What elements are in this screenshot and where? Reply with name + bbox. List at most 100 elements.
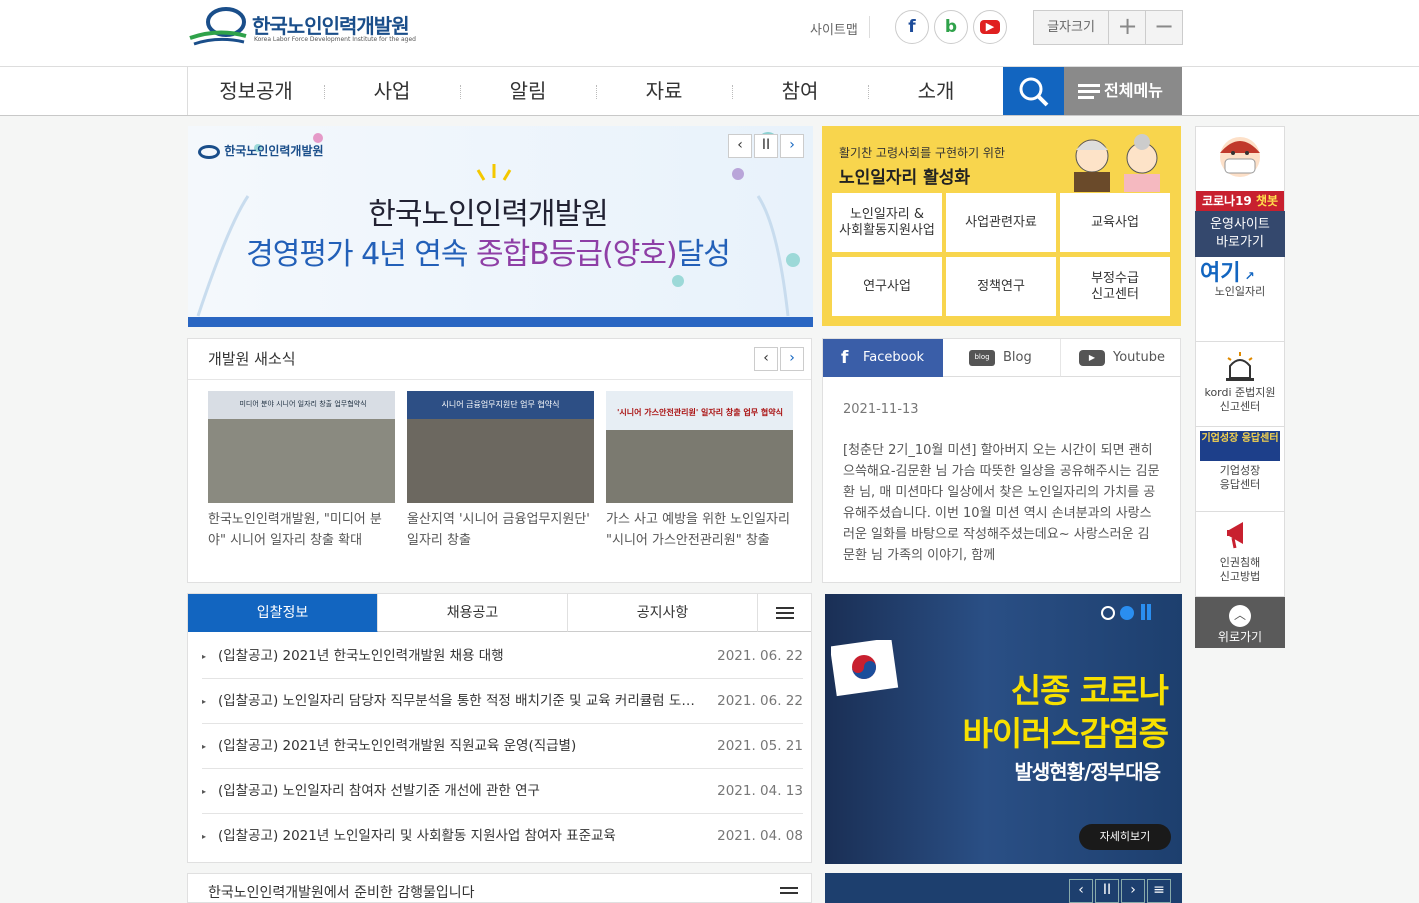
all-menu-label: 전체메뉴 xyxy=(1104,81,1163,100)
jobs-item-senior-jobs[interactable]: 노인일자리 & 사회활동지원사업 xyxy=(832,193,942,252)
growth-label: 기업성장 xyxy=(1219,464,1261,477)
tab-notice[interactable]: 공지사항 xyxy=(568,594,758,632)
operating-sites-link[interactable]: 운영사이트 바로가기 xyxy=(1195,211,1285,257)
human-rights-link[interactable]: 인권침해 신고방법 xyxy=(1195,512,1285,597)
news-thumb-text: '시니어 가스안전관리원' 일자리 창출 업무 협약식 xyxy=(616,408,784,417)
tab-facebook[interactable]: f Facebook xyxy=(823,339,943,377)
logo[interactable]: 한국노인인력개발원 Korea Labor Force Development … xyxy=(188,6,438,50)
font-decrease-button[interactable]: − xyxy=(1146,11,1182,44)
banner-headline-1: 한국노인인력개발원 xyxy=(368,197,608,232)
operating-sites-label: 바로가기 xyxy=(1216,235,1264,250)
jobs-item-label: 노인일자리 & 사회활동지원사업 xyxy=(839,206,935,238)
siren-icon xyxy=(1226,352,1254,381)
board-row-date: 2021. 04. 08 xyxy=(717,828,803,844)
bottom-list-button[interactable]: ≡ xyxy=(1147,879,1171,903)
banner-org-logo: 한국노인인력개발원 xyxy=(198,142,324,159)
banner-headline-2b: 종합B등급(양호) xyxy=(476,237,678,272)
growth-logo: 기업성장 응답센터 xyxy=(1200,431,1280,461)
business-growth-link[interactable]: 기업성장 응답센터 기업성장 응답센터 xyxy=(1195,427,1285,512)
main-banner[interactable]: 한국노인인력개발원 한국노인인력개발원 경영평가 4년 연속 종합B등급(양호)… xyxy=(188,126,813,327)
jobs-subtitle: 활기찬 고령사회를 구현하기 위한 xyxy=(839,146,1006,160)
tab-label: Youtube xyxy=(1113,350,1165,365)
covid-more-button[interactable]: 자세히보기 xyxy=(1079,824,1171,850)
tab-blog[interactable]: blog Blog xyxy=(943,339,1061,377)
board-more-button[interactable] xyxy=(758,594,811,632)
covid-chatbot-button[interactable]: 코로나19 챗봇 xyxy=(1195,126,1285,211)
bottom-prev-button[interactable]: ‹ xyxy=(1069,879,1093,903)
banner-org-name: 한국노인인력개발원 xyxy=(224,144,324,158)
post-date: 2021-11-13 xyxy=(843,402,919,417)
jobs-item-label: 연구사업 xyxy=(863,278,911,294)
compliance-report-link[interactable]: kordi 준법지원 신고센터 xyxy=(1195,342,1285,427)
jobs-item-fraud-report[interactable]: 부정수급 신고센터 xyxy=(1060,257,1170,316)
board-row[interactable]: ▸ (입찰공고) 2021년 한국노인인력개발원 직원교육 운영(직급별) 2021… xyxy=(202,724,803,769)
board-row-title: (입찰공고) 노인일자리 참여자 선발기준 개선에 관한 연구 xyxy=(218,783,540,799)
board-panel: 입찰정보 채용공고 공지사항 ▸ (입찰공고) 2021년 한국노인인력개발원 채… xyxy=(187,593,812,863)
nav-item-business[interactable]: 사업 xyxy=(324,67,460,115)
jobs-title: 노인일자리 활성화 xyxy=(839,168,971,188)
covid-pause-icon[interactable] xyxy=(1141,604,1146,620)
banner-headline-2c: 달성 xyxy=(676,237,731,272)
tab-youtube[interactable]: ▶ Youtube xyxy=(1061,339,1181,377)
news-card[interactable]: 시니어 금융업무지원단 업무 협약식 울산지역 '시니어 금융업무지원단' 일자… xyxy=(407,391,594,551)
board-row[interactable]: ▸ (입찰공고) 노인일자리 담당자 직무분석을 통한 적정 배치기준 및 교육 … xyxy=(202,679,803,724)
tab-recruit[interactable]: 채용공고 xyxy=(378,594,568,632)
banner-pause-button[interactable]: II xyxy=(754,134,778,158)
global-nav: 정보공개 사업 알림 자료 참여 소개 전체메뉴 xyxy=(0,66,1419,116)
search-button[interactable] xyxy=(1003,67,1064,115)
youtube-icon[interactable]: ▶ xyxy=(973,10,1007,44)
board-row[interactable]: ▸ (입찰공고) 2021년 한국노인인력개발원 채용 대행 2021. 06. 2… xyxy=(202,634,803,679)
all-menu-button[interactable]: 전체메뉴 xyxy=(1064,67,1182,115)
back-to-top-button[interactable]: ︿ 위로가기 xyxy=(1195,597,1285,648)
news-card[interactable]: '시니어 가스안전관리원' 일자리 창출 업무 협약식 가스 사고 예방을 위한… xyxy=(606,391,793,551)
news-card[interactable]: 미디어 분야 시니어 일자리 창출 업무협약식 한국노인인력개발원, "미디어 … xyxy=(208,391,395,551)
covid-pause-icon[interactable] xyxy=(1147,604,1152,620)
jobs-item-research[interactable]: 연구사업 xyxy=(832,257,942,316)
yeogi-link[interactable]: 여기 ↗ 노인일자리 xyxy=(1195,257,1285,342)
nav-item-notice[interactable]: 알림 xyxy=(460,67,596,115)
news-caption: 가스 사고 예방을 위한 노인일자리 "시니어 가스안전관리원" 창출 xyxy=(606,512,790,548)
list-icon xyxy=(775,607,794,619)
news-thumb-text: 미디어 분야 시니어 일자리 창출 업무협약식 xyxy=(239,400,367,408)
board-row-title: (입찰공고) 2021년 한국노인인력개발원 직원교육 운영(직급별) xyxy=(218,738,577,754)
font-increase-button[interactable]: + xyxy=(1110,11,1146,44)
covid-dot-2[interactable] xyxy=(1120,606,1135,620)
publication-title[interactable]: 한국노인인력개발원에서 준비한 감행물입니다 xyxy=(208,882,475,902)
news-title[interactable]: 개발원 새소식 xyxy=(208,348,296,369)
bottom-right-panel: ‹ II › ≡ xyxy=(825,873,1182,903)
banner-prev-button[interactable]: ‹ xyxy=(728,134,752,158)
covid-dot-1[interactable] xyxy=(1101,606,1115,620)
banner-next-button[interactable]: › xyxy=(780,134,804,158)
compliance-label: 신고센터 xyxy=(1219,400,1261,413)
board-row[interactable]: ▸ (입찰공고) 2021년 노인일자리 및 사회활동 지원사업 참여자 표준교육… xyxy=(202,814,803,859)
jobs-item-policy[interactable]: 정책연구 xyxy=(946,257,1056,316)
bottom-pause-button[interactable]: II xyxy=(1095,879,1119,903)
chatbot-label: 코로나19 챗봇 xyxy=(1196,191,1284,211)
bullet-icon: ▸ xyxy=(202,832,207,841)
tab-bid-info[interactable]: 입찰정보 xyxy=(188,594,378,632)
facebook-icon[interactable]: f xyxy=(895,10,929,44)
news-prev-button[interactable]: ‹ xyxy=(754,347,778,371)
board-row[interactable]: ▸ (입찰공고) 노인일자리 참여자 선발기준 개선에 관한 연구 2021. 04… xyxy=(202,769,803,814)
news-next-button[interactable]: › xyxy=(780,347,804,371)
nav-item-about[interactable]: 소개 xyxy=(868,67,1004,115)
jobs-item-education[interactable]: 교육사업 xyxy=(1060,193,1170,252)
social-panel: f Facebook blog Blog ▶ Youtube 2021-11-13 [… xyxy=(822,338,1181,583)
board-row-title: (입찰공고) 노인일자리 담당자 직무분석을 통한 적정 배치기준 및 교육 커… xyxy=(218,693,698,709)
news-thumbnail: 미디어 분야 시니어 일자리 창출 업무협약식 xyxy=(208,391,395,503)
covid-banner[interactable]: 신종 코로나 바이러스감염증 발생현황/정부대응 자세히보기 xyxy=(825,594,1182,864)
banner-headline-2a: 경영평가 4년 연속 xyxy=(246,237,477,272)
post-excerpt[interactable]: [청춘단 2기_10월 미션] 할아버지 오는 시간이 되면 괜히 으쓱해요-김… xyxy=(843,440,1161,566)
jobs-item-business-data[interactable]: 사업관련자료 xyxy=(946,193,1056,252)
blog-icon[interactable]: b xyxy=(934,10,968,44)
logo-subtitle: Korea Labor Force Development Institute … xyxy=(254,36,416,43)
youtube-play-icon: ▶ xyxy=(980,20,1000,34)
sitemap-link[interactable]: 사이트맵 xyxy=(810,19,858,38)
nav-item-participation[interactable]: 참여 xyxy=(732,67,868,115)
nav-item-info[interactable]: 정보공개 xyxy=(188,67,324,115)
bottom-next-button[interactable]: › xyxy=(1121,879,1145,903)
nav-item-data[interactable]: 자료 xyxy=(596,67,732,115)
logo-title: 한국노인인력개발원 xyxy=(252,14,410,38)
publication-panel: 한국노인인력개발원에서 준비한 감행물입니다 xyxy=(187,873,812,903)
list-icon[interactable] xyxy=(780,886,798,900)
